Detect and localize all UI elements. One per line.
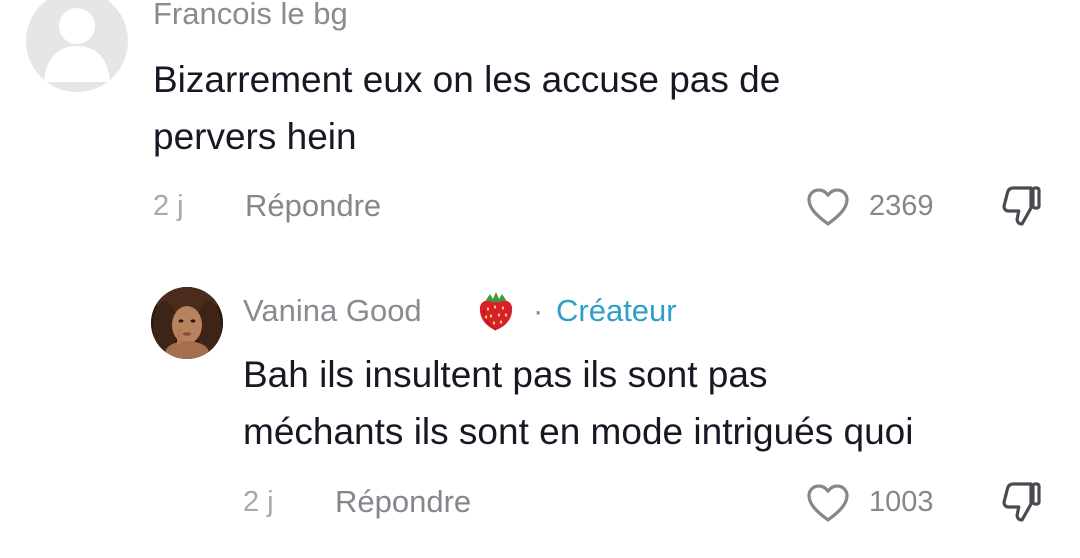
comment-timestamp: 2 j [153,190,184,222]
comment-username[interactable]: Vanina Good [243,293,422,329]
avatar[interactable] [151,287,223,359]
thumbs-down-icon [1002,482,1041,522]
comment-thread: Francois le bg Bizarrement eux on les ac… [0,0,1080,558]
thumbs-down-icon [1002,186,1041,226]
like-button[interactable] [806,187,850,227]
like-count: 1003 [869,486,934,518]
like-count: 2369 [869,190,934,222]
heart-outline-icon [807,188,849,226]
dislike-button[interactable] [1000,480,1044,524]
reply-button[interactable]: Répondre [335,484,471,520]
strawberry-icon [474,288,518,332]
default-avatar-icon[interactable] [26,0,128,92]
heart-outline-icon [807,484,849,522]
badge-separator: · [533,293,544,328]
like-button[interactable] [806,483,850,523]
dislike-button[interactable] [1000,184,1044,228]
comment-text-line: pervers hein [153,116,357,157]
comment-text-line: méchants ils sont en mode intrigués quoi [243,411,914,452]
reply-button[interactable]: Répondre [245,188,381,224]
comment-username[interactable]: Francois le bg [153,0,348,32]
comment-text-line: Bizarrement eux on les accuse pas de [153,59,781,100]
comment-text-line: Bah ils insultent pas ils sont pas [243,354,768,395]
creator-badge: Créateur [556,293,677,328]
comment-timestamp: 2 j [243,486,274,518]
